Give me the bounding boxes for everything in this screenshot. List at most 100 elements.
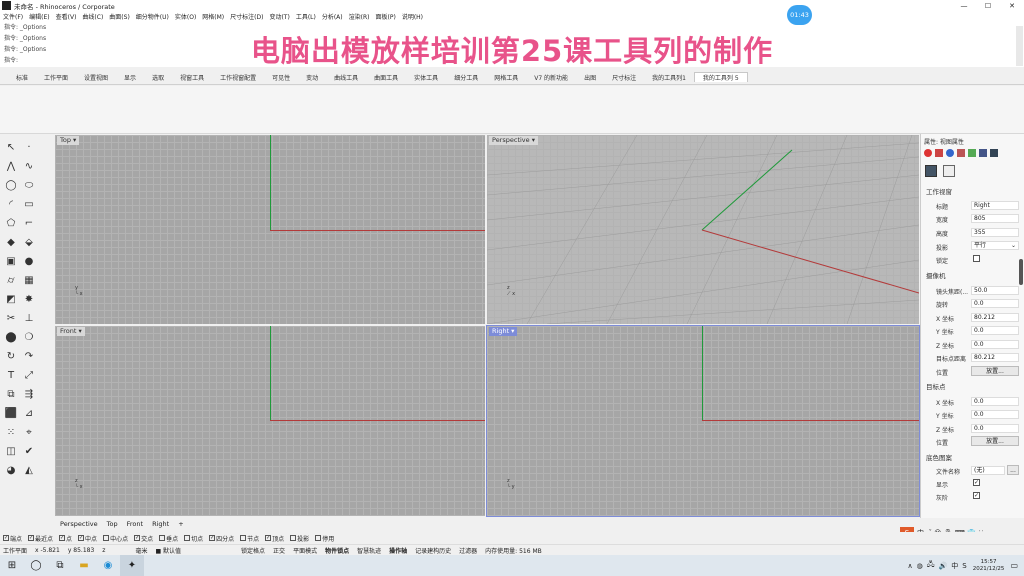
viewport-label-top[interactable]: Top ▾	[57, 136, 80, 145]
viewport-label-front[interactable]: Front ▾	[57, 327, 85, 336]
tab-visibility[interactable]: 可见性	[264, 73, 298, 82]
menu-mesh[interactable]: 网格(M)	[202, 12, 224, 21]
snap-icon[interactable]: ⌖	[22, 425, 36, 439]
osnap-item[interactable]: 投影	[290, 534, 309, 543]
material-icon[interactable]: ◭	[22, 463, 36, 477]
viewport-label-perspective[interactable]: Perspective ▾	[489, 136, 538, 145]
material-icon[interactable]	[935, 149, 943, 157]
split-icon[interactable]: ⊥	[22, 311, 36, 325]
mode-gumball[interactable]: 操作轴	[389, 546, 407, 555]
move-icon[interactable]: T	[4, 368, 18, 382]
rotate-icon[interactable]: ↻	[4, 349, 18, 363]
viewport-front[interactable]: Front ▾ z └ x	[55, 326, 485, 516]
offset-icon[interactable]: ↷	[22, 349, 36, 363]
menu-panels[interactable]: 面板(P)	[376, 12, 396, 21]
osnap-checkbox[interactable]: ✓	[265, 535, 272, 541]
analyze-icon[interactable]: ◫	[4, 444, 18, 458]
render-icon[interactable]: ◕	[4, 463, 18, 477]
image-icon[interactable]	[979, 149, 987, 157]
arc-icon[interactable]: ◜	[4, 197, 18, 211]
osnap-item[interactable]: 垂点	[159, 534, 178, 543]
extrude-icon[interactable]: ⬙	[22, 235, 36, 249]
menu-dimension[interactable]: 尺寸标注(D)	[230, 12, 263, 21]
menu-transform[interactable]: 变动(T)	[269, 12, 289, 21]
rotation-field[interactable]: 0.0	[971, 299, 1019, 308]
vptab-front[interactable]: Front	[127, 520, 143, 528]
layer-selector[interactable]: ■ 默认值	[155, 546, 181, 555]
box-icon[interactable]: ▣	[4, 254, 18, 268]
minimize-button[interactable]: —	[952, 0, 976, 11]
menu-subd[interactable]: 细分物件(U)	[136, 12, 169, 21]
mode-filter[interactable]: 过滤器	[459, 546, 477, 555]
tab-my-toolbar-1[interactable]: 我的工具列1	[644, 73, 694, 82]
join-icon[interactable]: ⬤	[4, 330, 18, 344]
sphere-icon[interactable]: ●	[22, 254, 36, 268]
viewport-top[interactable]: Top ▾ y └ x	[55, 135, 485, 324]
command-scrollbar[interactable]	[1016, 26, 1023, 66]
point-icon[interactable]: ·	[22, 140, 36, 154]
select-arrow-icon[interactable]: ↖	[4, 140, 18, 154]
vptab-top[interactable]: Top	[107, 520, 118, 528]
tab-standard[interactable]: 标准	[8, 73, 36, 82]
edge-browser-icon[interactable]: ◉	[96, 555, 120, 576]
osnap-checkbox[interactable]: ✓	[3, 535, 9, 541]
scale-icon[interactable]: ⤢	[22, 368, 36, 382]
osnap-item[interactable]: ✓ 顶点	[265, 534, 284, 543]
windows-start-icon[interactable]: ⊞	[0, 555, 24, 576]
lens-field[interactable]: 50.0	[971, 286, 1019, 295]
browse-button[interactable]: ...	[1007, 465, 1019, 475]
mode-record-history[interactable]: 记录建构历史	[415, 546, 451, 555]
color-icon[interactable]	[924, 149, 932, 157]
grayscale-checkbox[interactable]: ✓	[973, 492, 980, 499]
ellipse-icon[interactable]: ⬭	[22, 178, 36, 192]
close-button[interactable]: ✕	[1000, 0, 1024, 11]
tab-cplanes[interactable]: 工作平面	[36, 73, 76, 82]
viewport-icon[interactable]	[943, 165, 955, 177]
tray-chevron-up-icon[interactable]: ∧	[908, 562, 913, 570]
environment-icon[interactable]	[946, 149, 954, 157]
osnap-item[interactable]: 停用	[315, 534, 334, 543]
mode-smarttrack[interactable]: 智慧轨迹	[357, 546, 381, 555]
viewport-right[interactable]: Right ▾ z └ y	[486, 325, 920, 517]
dimension-icon[interactable]: ⊿	[22, 406, 36, 420]
osnap-item[interactable]: ✓ 端点	[3, 534, 22, 543]
mode-ortho[interactable]: 正交	[273, 546, 285, 555]
menu-help[interactable]: 说明(H)	[402, 12, 423, 21]
osnap-item[interactable]: ✓ 四分点	[209, 534, 234, 543]
rectangle-icon[interactable]: ▭	[22, 197, 36, 211]
osnap-checkbox[interactable]	[184, 535, 191, 541]
camera-y-field[interactable]: 0.0	[971, 326, 1019, 335]
cplane-label[interactable]: 工作平面	[3, 546, 27, 555]
network-icon[interactable]: 🖧	[927, 560, 935, 571]
rhino-taskbar-icon[interactable]: ✦	[120, 555, 144, 576]
mesh-icon[interactable]: ▦	[22, 273, 36, 287]
osnap-checkbox[interactable]: ✓	[134, 535, 141, 541]
tab-drafting[interactable]: 出图	[576, 73, 604, 82]
osnap-checkbox[interactable]	[240, 535, 247, 541]
mode-grid-snap[interactable]: 锁定格点	[241, 546, 265, 555]
light-icon[interactable]	[957, 149, 965, 157]
tab-subd-tools[interactable]: 细分工具	[446, 73, 486, 82]
tab-viewport-tools[interactable]: 视窗工具	[172, 73, 212, 82]
target-x-field[interactable]: 0.0	[971, 397, 1019, 406]
tab-set-view[interactable]: 设置视图	[76, 73, 116, 82]
monitor-icon[interactable]	[990, 149, 998, 157]
vptab-add-button[interactable]: +	[178, 520, 183, 528]
target-y-field[interactable]: 0.0	[971, 410, 1019, 419]
camera-x-field[interactable]: 80.212	[971, 313, 1019, 322]
osnap-checkbox[interactable]: ✓	[209, 535, 216, 541]
menu-render[interactable]: 渲染(R)	[349, 12, 370, 21]
array-icon[interactable]: ⇶	[22, 387, 36, 401]
trim-icon[interactable]: ✂	[4, 311, 18, 325]
taskbar-clock[interactable]: 15:57 2021/12/25	[973, 559, 1005, 573]
ime-s-icon[interactable]: S	[962, 562, 966, 570]
fillet-curve-icon[interactable]: ⌐	[22, 216, 36, 230]
filename-field[interactable]: (无)	[971, 466, 1005, 475]
osnap-item[interactable]: 节点	[240, 534, 259, 543]
tab-select[interactable]: 选取	[144, 73, 172, 82]
width-field[interactable]: 805	[971, 214, 1019, 223]
camera-icon[interactable]	[925, 165, 937, 177]
osnap-checkbox[interactable]: ✓	[28, 535, 35, 541]
mode-osnap[interactable]: 物件锁点	[325, 546, 349, 555]
ime-mode-icon[interactable]: 中	[951, 561, 958, 571]
